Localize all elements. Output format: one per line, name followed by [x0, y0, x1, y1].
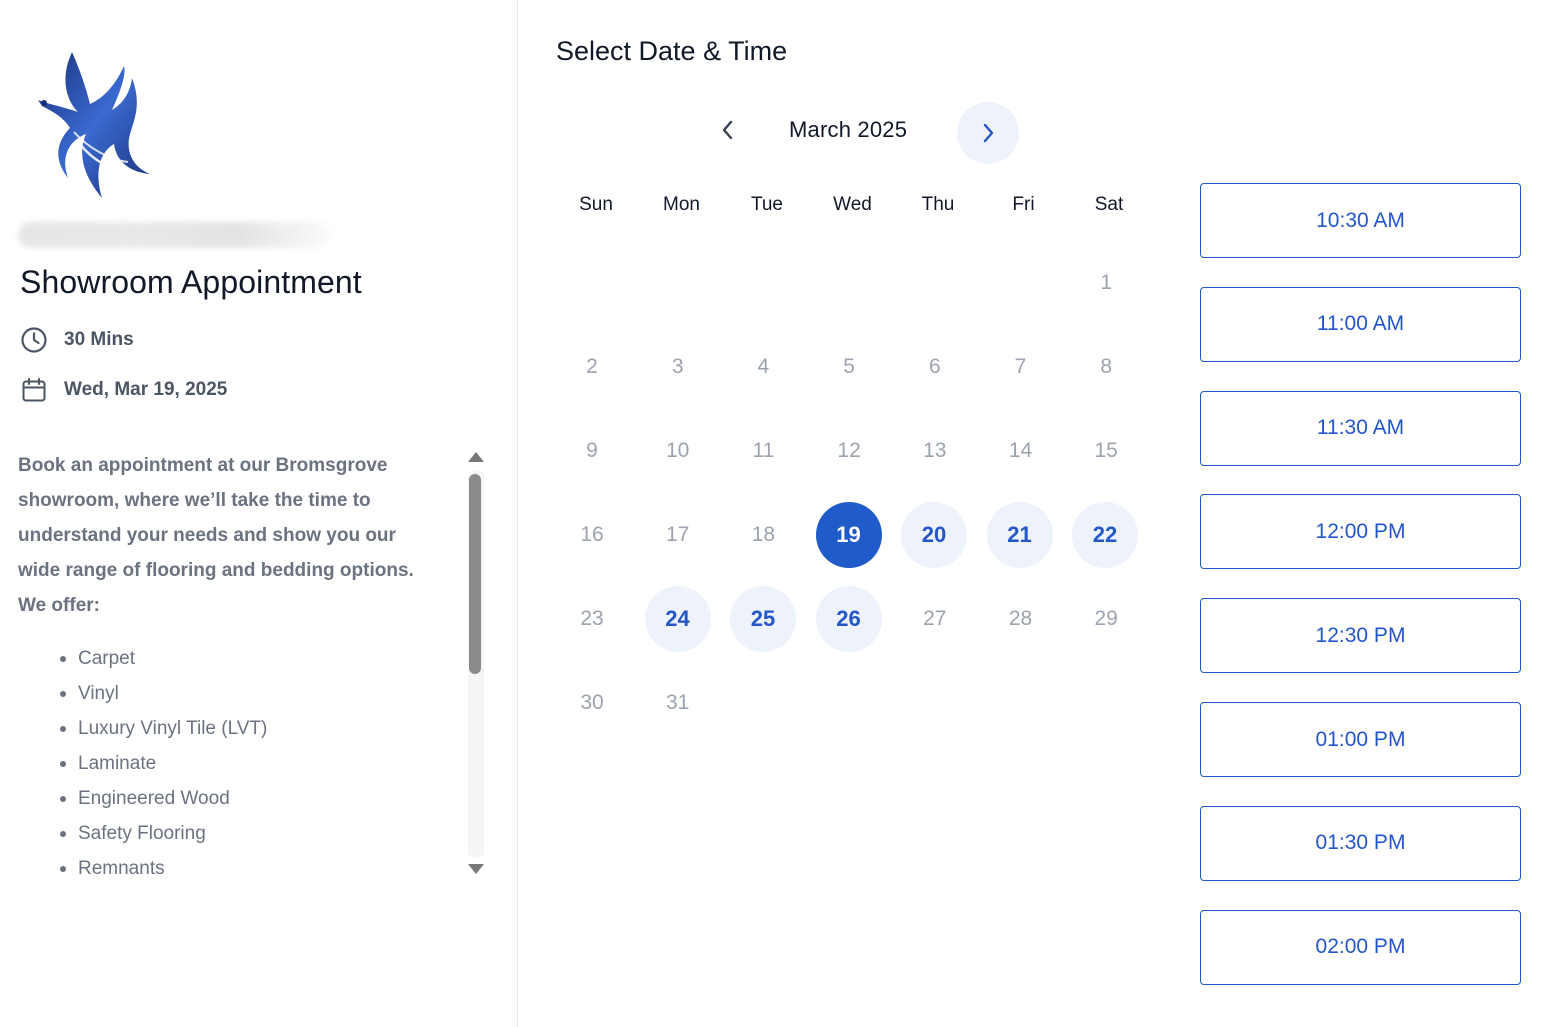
- chevron-left-icon: [722, 120, 733, 140]
- previous-month-button[interactable]: [700, 102, 756, 158]
- time-slot-button[interactable]: 01:30 PM: [1200, 805, 1521, 881]
- selected-date-text: Wed, Mar 19, 2025: [64, 379, 228, 400]
- next-month-button[interactable]: [957, 102, 1019, 164]
- calendar-day: 30: [580, 691, 604, 714]
- description-scrollbar[interactable]: [466, 448, 486, 880]
- calendar-day: 18: [751, 523, 776, 546]
- calendar-day: 11: [752, 439, 775, 462]
- weekday-label: Sun: [579, 194, 613, 215]
- scroll-thumb[interactable]: [469, 474, 481, 674]
- section-title: Select Date & Time: [556, 36, 788, 66]
- calendar-day: 3: [671, 355, 684, 378]
- calendar-day: 27: [923, 607, 947, 630]
- calendar-day-available[interactable]: 24: [644, 586, 711, 652]
- calendar-day: 14: [1008, 439, 1033, 462]
- list-item: Carpet: [58, 641, 488, 676]
- description-text: Book an appointment at our Bromsgrove sh…: [18, 455, 414, 616]
- time-slot-button[interactable]: 11:30 AM: [1200, 390, 1521, 466]
- event-details-panel: Showroom Appointment 30 Mins Wed, Mar 19…: [0, 0, 518, 1027]
- list-item: Luxury Vinyl Tile (LVT): [58, 711, 488, 746]
- event-title: Showroom Appointment: [20, 264, 362, 300]
- calendar-day: 1: [1100, 271, 1113, 294]
- calendar-day-available[interactable]: 26: [815, 586, 882, 652]
- scroll-down-arrow-icon[interactable]: [468, 864, 484, 874]
- calendar-day: 15: [1094, 439, 1118, 462]
- calendar-day: 23: [580, 607, 604, 630]
- weekday-label: Tue: [750, 194, 784, 215]
- list-item: Vinyl: [58, 676, 488, 711]
- calendar-day: 9: [586, 439, 598, 462]
- calendar-icon: [22, 378, 46, 402]
- calendar-day: 31: [666, 691, 690, 714]
- calendar-day: 13: [923, 439, 947, 462]
- calendar-day: 7: [1014, 355, 1027, 378]
- calendar-day: 4: [757, 355, 770, 378]
- time-slot-button[interactable]: 02:00 PM: [1200, 909, 1521, 985]
- offer-list: Carpet Vinyl Luxury Vinyl Tile (LVT) Lam…: [58, 641, 488, 878]
- month-label: March 2025: [789, 117, 908, 142]
- list-item: Laminate: [58, 746, 488, 781]
- calendar-day: 8: [1100, 355, 1113, 378]
- duration-row: 30 Mins: [20, 326, 134, 354]
- calendar-day: 6: [928, 355, 941, 378]
- time-slot-button[interactable]: 12:00 PM: [1200, 494, 1521, 570]
- time-slot-button[interactable]: 11:00 AM: [1200, 286, 1521, 362]
- weekday-label: Wed: [833, 194, 872, 215]
- date-row: Wed, Mar 19, 2025: [20, 376, 227, 404]
- calendar-day: 29: [1094, 607, 1118, 630]
- calendar-day: 2: [586, 355, 598, 378]
- calendar-day-available[interactable]: 20: [901, 502, 967, 568]
- calendar-day: 28: [1008, 607, 1033, 630]
- month-navigation: March 2025: [700, 100, 1030, 164]
- calendar-day: 17: [666, 523, 690, 546]
- time-slot-button[interactable]: 01:00 PM: [1200, 702, 1521, 777]
- calendar-day: 16: [580, 523, 604, 546]
- event-description: Book an appointment at our Bromsgrove sh…: [18, 448, 488, 878]
- list-item: Safety Flooring: [58, 816, 488, 851]
- weekday-label: Sat: [1094, 194, 1124, 215]
- duration-text: 30 Mins: [64, 329, 134, 350]
- calendar-day: 5: [843, 355, 855, 378]
- weekday-label: Fri: [1012, 194, 1035, 215]
- clock-icon: [21, 327, 47, 353]
- calendar-day-available[interactable]: 25: [730, 586, 796, 652]
- scroll-up-arrow-icon[interactable]: [468, 452, 484, 462]
- calendar-day-available[interactable]: 22: [1072, 502, 1138, 568]
- calendar-day-available[interactable]: 21: [986, 502, 1053, 568]
- weekday-label: Thu: [921, 194, 955, 215]
- time-slot-button[interactable]: 10:30 AM: [1200, 183, 1521, 258]
- chevron-right-icon: [983, 123, 994, 143]
- blurred-organizer-name: [18, 222, 330, 248]
- time-slot-button[interactable]: 12:30 PM: [1200, 598, 1521, 674]
- list-item: Engineered Wood: [58, 781, 488, 816]
- calendar-day-selected[interactable]: 19: [815, 502, 882, 568]
- list-item: Remnants: [58, 851, 488, 878]
- calendar-day: 12: [837, 439, 861, 462]
- phoenix-logo: [38, 52, 150, 198]
- calendar-day: 10: [666, 439, 690, 462]
- weekday-label: Mon: [663, 194, 700, 215]
